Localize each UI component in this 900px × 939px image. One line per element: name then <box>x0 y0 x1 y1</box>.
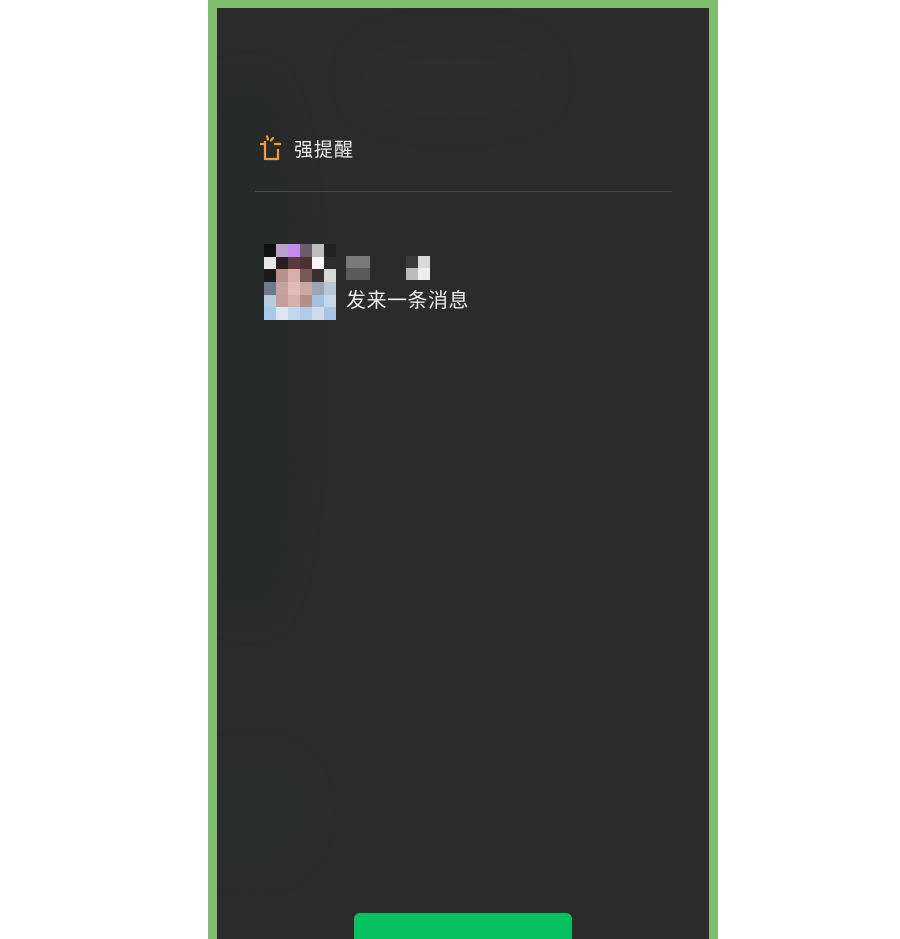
alert-header: 强提醒 <box>258 132 354 164</box>
background-blur <box>217 768 297 858</box>
acknowledge-button[interactable]: 我知道了 <box>354 913 572 939</box>
message-text: 发来一条消息 <box>346 288 469 312</box>
divider <box>255 191 672 192</box>
sender-name <box>346 256 469 280</box>
alert-title: 强提醒 <box>294 138 355 161</box>
message-row: 发来一条消息 <box>264 244 469 320</box>
background-blur <box>217 88 287 608</box>
background-blur <box>367 48 537 108</box>
click-alert-icon <box>258 133 284 163</box>
alert-screen: 强提醒 发来一条消息 <box>217 8 709 939</box>
avatar <box>264 244 336 320</box>
stage: 强提醒 发来一条消息 <box>0 0 900 939</box>
message-content: 发来一条消息 <box>346 256 469 313</box>
phone-frame: 强提醒 发来一条消息 <box>208 0 718 939</box>
